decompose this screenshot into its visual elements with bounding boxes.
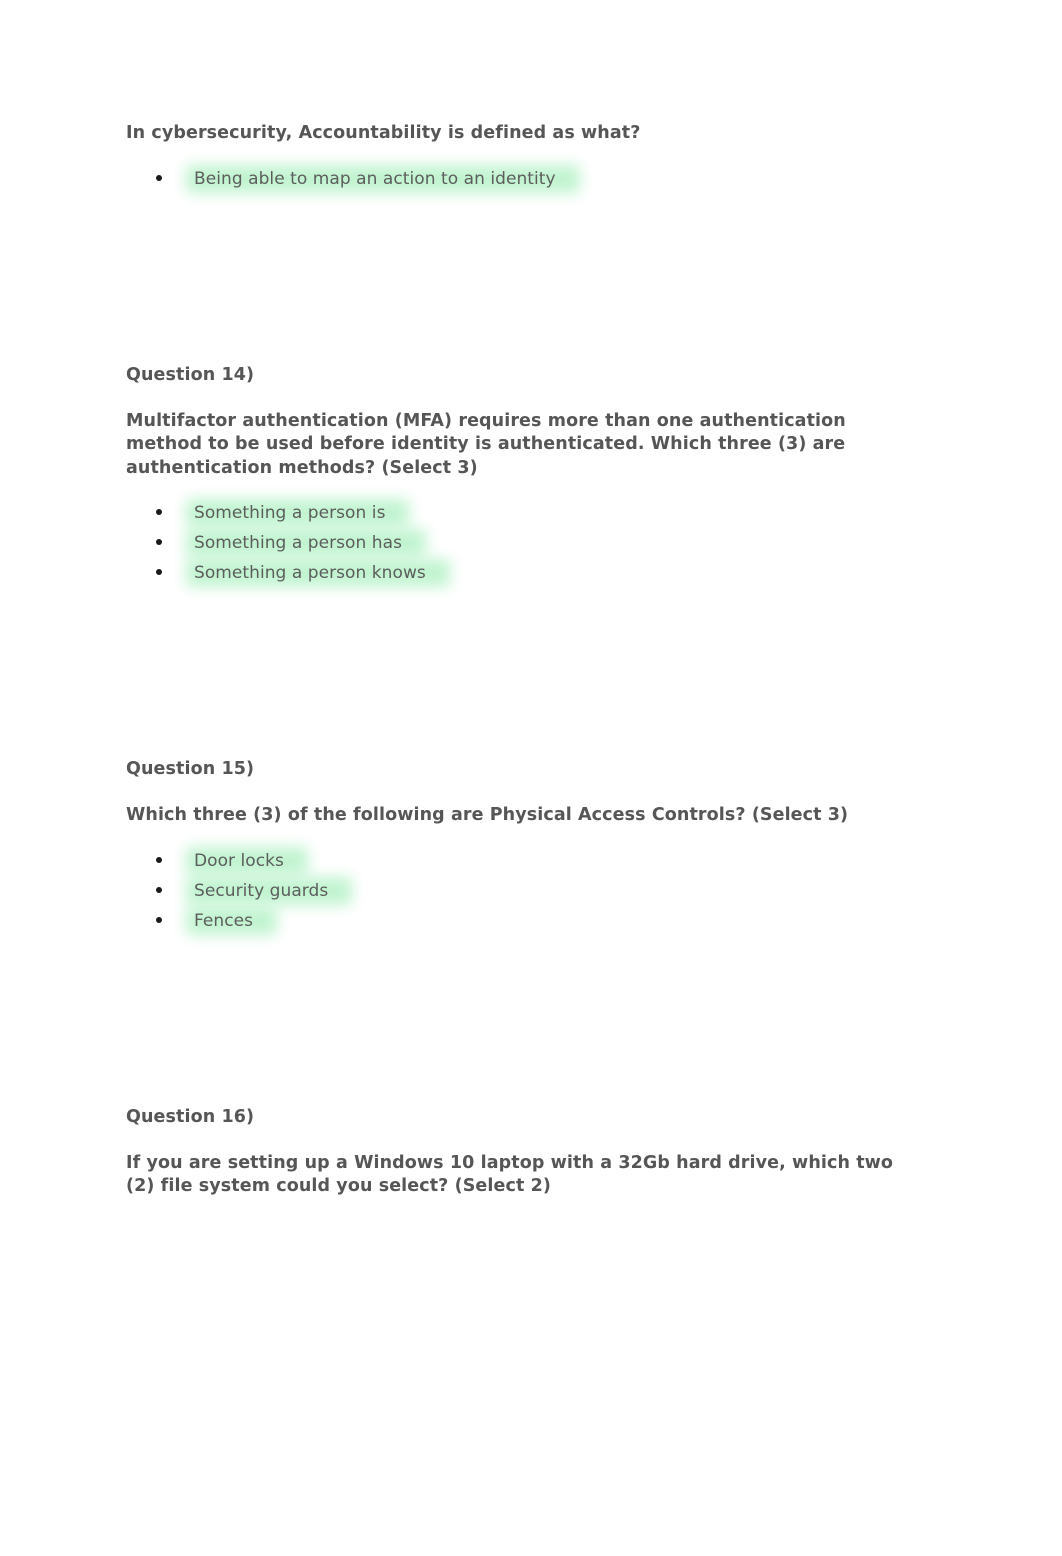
answer-highlight: Security guards [194, 876, 328, 906]
answer-option[interactable]: Fences [126, 906, 916, 936]
question-number-14: Question 14) [126, 364, 255, 385]
question-number-15: Question 15) [126, 759, 255, 779]
answer-label: Something a person has [194, 533, 402, 553]
answer-label: Door locks [194, 850, 284, 871]
question-block-0: In cybersecurity, Accountability is defi… [126, 122, 916, 194]
question-block-14: Question 14) Multifactor authentication … [126, 364, 916, 589]
answer-option[interactable]: Door locks [126, 846, 916, 876]
question-prompt-16: If you are setting up a Windows 10 lapto… [126, 1152, 894, 1197]
answer-list-15: Door locks Security guards Fences [126, 846, 916, 936]
bullet-icon [156, 174, 162, 181]
bullet-icon [156, 509, 162, 515]
bullet-icon [156, 569, 162, 575]
answer-label: Something a person is [194, 503, 386, 523]
answer-list-14: Something a person is Something a person… [126, 498, 916, 588]
answer-label: Security guards [194, 880, 329, 901]
answer-highlight: Something a person is [194, 498, 385, 528]
answer-label: Something a person knows [194, 563, 426, 583]
question-prompt-15: Which three (3) of the following are Phy… [126, 805, 849, 825]
bullet-icon [156, 539, 162, 545]
answer-option[interactable]: Being able to map an action to an identi… [126, 164, 916, 194]
answer-label: Being able to map an action to an identi… [194, 168, 556, 189]
answer-option[interactable]: Something a person has [126, 528, 916, 558]
question-number-16: Question 16) [126, 1106, 255, 1127]
answer-option[interactable]: Security guards [126, 876, 916, 906]
question-prompt-14: Multifactor authentication (MFA) require… [126, 410, 846, 478]
question-prompt-0: In cybersecurity, Accountability is defi… [126, 123, 641, 143]
answer-highlight: Being able to map an action to an identi… [194, 164, 556, 194]
bullet-icon [156, 916, 162, 923]
answer-option[interactable]: Something a person knows [126, 558, 916, 588]
bullet-icon [156, 856, 162, 863]
answer-option[interactable]: Something a person is [126, 498, 916, 528]
answer-highlight: Door locks [194, 846, 284, 876]
document-page: In cybersecurity, Accountability is defi… [0, 0, 1062, 1556]
document-body: In cybersecurity, Accountability is defi… [126, 122, 916, 1199]
answer-highlight: Something a person has [194, 528, 402, 558]
question-block-15: Question 15) Which three (3) of the foll… [126, 758, 916, 936]
bullet-icon [156, 886, 162, 893]
answer-list-0: Being able to map an action to an identi… [126, 164, 916, 194]
question-block-16: Question 16) If you are setting up a Win… [126, 1106, 916, 1199]
answer-highlight: Fences [194, 906, 253, 936]
answer-highlight: Something a person knows [194, 558, 426, 588]
answer-label: Fences [194, 910, 254, 931]
